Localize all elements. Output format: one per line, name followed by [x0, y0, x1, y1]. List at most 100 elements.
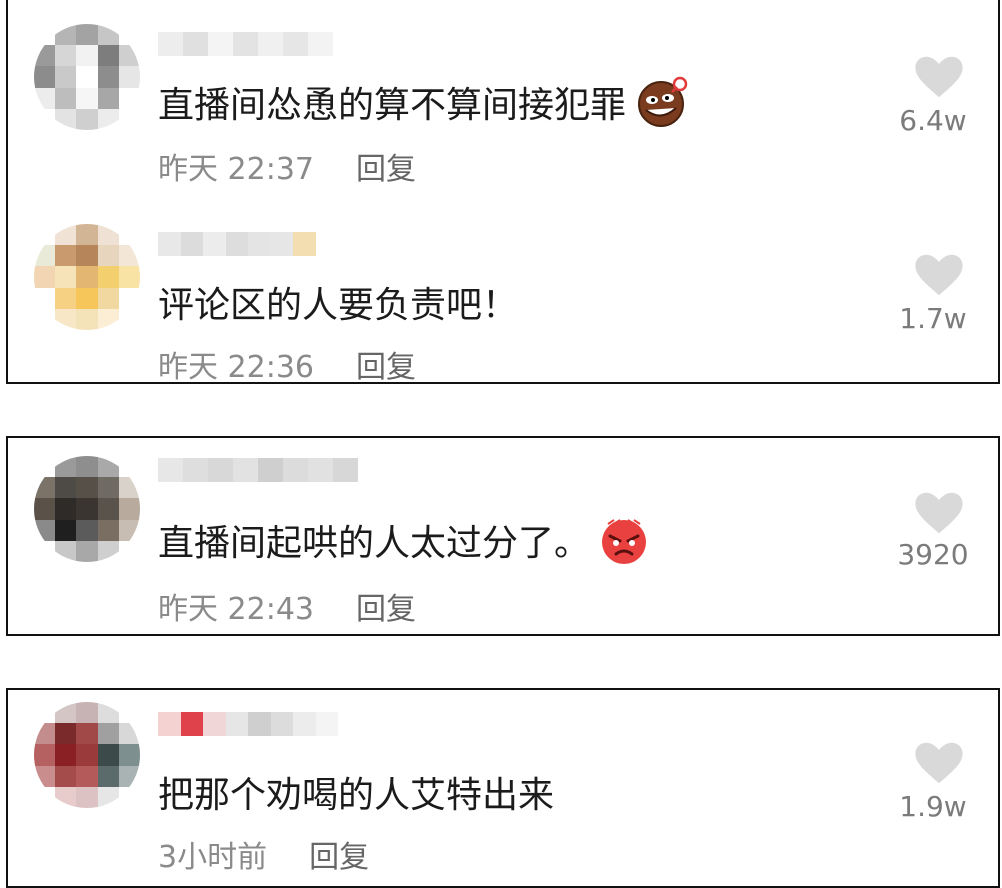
username-pixel [258, 32, 283, 56]
avatar-pixel [34, 519, 56, 541]
avatar-pixel [118, 266, 140, 288]
reply-button[interactable]: 回复 [356, 152, 416, 187]
username-blurred[interactable] [158, 458, 358, 482]
comment-time: 昨天 22:37 [158, 152, 314, 187]
avatar-pixel [76, 87, 98, 109]
reply-button[interactable]: 回复 [356, 350, 416, 382]
username-pixel [225, 712, 248, 736]
avatar-pixel [55, 702, 77, 724]
username-pixel [183, 458, 208, 482]
avatar-pixel [55, 477, 77, 499]
avatar-pixel [76, 723, 98, 745]
username-pixel [258, 458, 283, 482]
reply-button[interactable]: 回复 [309, 840, 369, 875]
avatar[interactable] [34, 702, 140, 808]
avatar-pixel [76, 765, 98, 787]
avatar-pixel [55, 456, 77, 478]
avatar-pixel [76, 498, 98, 520]
username-pixel [293, 712, 316, 736]
avatar-pixel [97, 744, 119, 766]
username-blurred[interactable] [158, 712, 338, 736]
avatar-pixel [34, 723, 56, 745]
username-blurred[interactable] [158, 232, 338, 256]
avatar-pixel [55, 245, 77, 267]
avatar-pixel [97, 287, 119, 309]
like-count: 6.4w [899, 104, 967, 137]
comment-text: 直播间怂恿的算不算间接犯罪 [158, 74, 690, 130]
avatar-pixel [76, 308, 98, 330]
avatar-pixel [34, 498, 56, 520]
avatar-pixel [97, 66, 119, 88]
avatar-pixel [118, 45, 140, 67]
avatar-pixel [34, 456, 56, 478]
avatar-pixel [118, 702, 140, 724]
avatar-pixel [34, 66, 56, 88]
avatar-pixel [76, 477, 98, 499]
avatar-pixel [76, 266, 98, 288]
avatar-pixel [34, 786, 56, 808]
username-pixel [308, 32, 333, 56]
avatar[interactable] [34, 456, 140, 562]
heart-icon[interactable] [912, 50, 966, 104]
heart-icon[interactable] [912, 736, 966, 790]
avatar-pixel [76, 456, 98, 478]
avatar-pixel [76, 702, 98, 724]
avatar-pixel [55, 498, 77, 520]
username-pixel [333, 458, 358, 482]
avatar-pixel [34, 765, 56, 787]
avatar-pixel [55, 287, 77, 309]
username-pixel [180, 712, 203, 736]
avatar[interactable] [34, 224, 140, 330]
username-pixel [158, 232, 181, 256]
avatar-pixel [55, 519, 77, 541]
reply-button[interactable]: 回复 [356, 592, 416, 627]
avatar-pixel [55, 45, 77, 67]
avatar-pixel [97, 702, 119, 724]
avatar-pixel [76, 45, 98, 67]
avatar[interactable] [34, 24, 140, 130]
comment-card-group-3: 把那个劝喝的人艾特出来 3小时前 回复 1.9w [6, 688, 1000, 888]
username-pixel [283, 458, 308, 482]
avatar-pixel [55, 87, 77, 109]
avatar-pixel [55, 308, 77, 330]
comment-time: 3小时前 [158, 840, 268, 875]
avatar-pixel [76, 24, 98, 46]
comment-text-content: 评论区的人要负责吧！ [158, 285, 519, 326]
username-pixel [183, 32, 208, 56]
username-blurred[interactable] [158, 32, 358, 56]
avatar-pixel [76, 287, 98, 309]
username-pixel [333, 32, 358, 56]
avatar-pixel [118, 723, 140, 745]
like-count: 1.7w [899, 302, 967, 335]
avatar-pixel [97, 765, 119, 787]
avatar-pixel [34, 287, 56, 309]
avatar-pixel [118, 287, 140, 309]
avatar-pixel [118, 108, 140, 130]
avatar-pixel [97, 108, 119, 130]
comment-time: 昨天 22:43 [158, 592, 314, 627]
avatar-pixel [97, 308, 119, 330]
avatar-pixel [118, 786, 140, 808]
avatar-pixel [55, 540, 77, 562]
heart-icon[interactable] [912, 248, 966, 302]
avatar-pixel [118, 224, 140, 246]
like-count: 1.9w [899, 790, 967, 823]
avatar-pixel [55, 744, 77, 766]
username-pixel [180, 232, 203, 256]
avatar-pixel [55, 224, 77, 246]
avatar-pixel [97, 723, 119, 745]
comment-item: 直播间怂恿的算不算间接犯罪 昨天 22:37 回复 6.4w [8, 0, 998, 188]
avatar-pixel [55, 108, 77, 130]
username-pixel [233, 32, 258, 56]
avatar-pixel [118, 765, 140, 787]
avatar-pixel [34, 266, 56, 288]
heart-icon[interactable] [912, 486, 966, 540]
avatar-pixel [34, 540, 56, 562]
avatar-pixel [118, 477, 140, 499]
username-pixel [293, 232, 316, 256]
username-pixel [308, 458, 333, 482]
avatar-pixel [34, 24, 56, 46]
comment-card-group-1: 直播间怂恿的算不算间接犯罪 昨天 22:37 回复 6.4w 评论区的人要负责吧… [6, 0, 1000, 384]
avatar-pixel [34, 744, 56, 766]
avatar-pixel [76, 786, 98, 808]
